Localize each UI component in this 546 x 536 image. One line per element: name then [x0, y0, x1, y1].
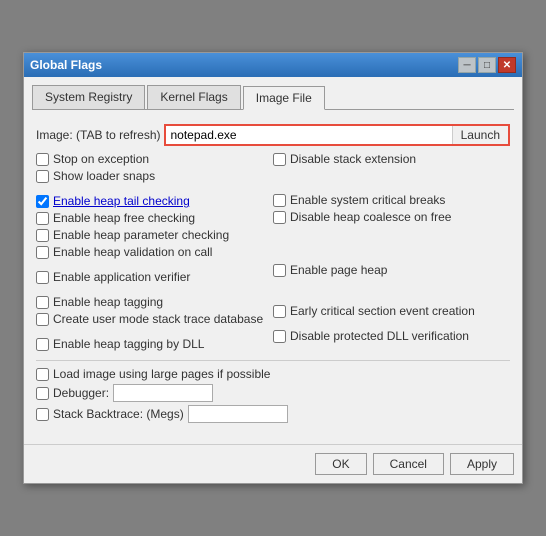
cancel-button[interactable]: Cancel — [373, 453, 444, 475]
early-critical-section-label[interactable]: Early critical section event creation — [290, 304, 475, 318]
checkbox-columns: Stop on exception Show loader snaps Enab… — [36, 152, 510, 354]
debugger-checkbox[interactable] — [36, 387, 49, 400]
show-loader-checkbox[interactable] — [36, 170, 49, 183]
enable-heap-tag-checkbox[interactable] — [36, 296, 49, 309]
bottom-bar: OK Cancel Apply — [24, 444, 522, 483]
checkbox-enable-heap-val: Enable heap validation on call — [36, 245, 273, 259]
close-button[interactable]: ✕ — [498, 57, 516, 73]
enable-sys-critical-label[interactable]: Enable system critical breaks — [290, 193, 445, 207]
stack-backtrace-input[interactable] — [188, 405, 288, 423]
early-critical-section-checkbox[interactable] — [273, 305, 286, 318]
enable-page-heap-label[interactable]: Enable page heap — [290, 263, 387, 277]
checkbox-enable-sys-critical: Enable system critical breaks — [273, 193, 510, 207]
checkbox-disable-heap-coalesce: Disable heap coalesce on free — [273, 210, 510, 224]
launch-button[interactable]: Launch — [452, 126, 508, 144]
checkbox-enable-heap-tag: Enable heap tagging — [36, 295, 273, 309]
enable-heap-tail-checkbox[interactable] — [36, 195, 49, 208]
disable-stack-ext-checkbox[interactable] — [273, 153, 286, 166]
enable-heap-val-label[interactable]: Enable heap validation on call — [53, 245, 212, 259]
enable-heap-tag-label[interactable]: Enable heap tagging — [53, 295, 163, 309]
enable-heap-param-label[interactable]: Enable heap parameter checking — [53, 228, 229, 242]
stack-backtrace-checkbox[interactable] — [36, 408, 49, 421]
debugger-input[interactable] — [113, 384, 213, 402]
enable-heap-tail-label[interactable]: Enable heap tail checking — [53, 194, 190, 208]
checkbox-stop-exception: Stop on exception — [36, 152, 273, 166]
image-input-wrap: Launch — [164, 124, 510, 146]
enable-heap-free-checkbox[interactable] — [36, 212, 49, 225]
minimize-button[interactable]: ─ — [458, 57, 476, 73]
tab-image-file[interactable]: Image File — [243, 86, 325, 110]
debugger-label[interactable]: Debugger: — [53, 386, 109, 400]
right-column: Disable stack extension Enable system cr… — [273, 152, 510, 354]
stack-backtrace-label[interactable]: Stack Backtrace: (Megs) — [53, 407, 184, 421]
load-large-pages-checkbox[interactable] — [36, 368, 49, 381]
checkbox-enable-heap-free: Enable heap free checking — [36, 211, 273, 225]
checkbox-enable-heap-tail: Enable heap tail checking — [36, 194, 273, 208]
checkbox-create-stack-trace: Create user mode stack trace database — [36, 312, 273, 326]
image-label: Image: (TAB to refresh) — [36, 128, 160, 142]
enable-app-verifier-label[interactable]: Enable application verifier — [53, 270, 190, 284]
enable-heap-tag-dll-label[interactable]: Enable heap tagging by DLL — [53, 337, 204, 351]
checkbox-enable-heap-tag-dll: Enable heap tagging by DLL — [36, 337, 273, 351]
maximize-button[interactable]: □ — [478, 57, 496, 73]
title-bar-buttons: ─ □ ✕ — [458, 57, 516, 73]
enable-sys-critical-checkbox[interactable] — [273, 194, 286, 207]
enable-heap-val-checkbox[interactable] — [36, 246, 49, 259]
section-divider — [36, 360, 510, 361]
tab-bar: System Registry Kernel Flags Image File — [32, 85, 514, 110]
left-column: Stop on exception Show loader snaps Enab… — [36, 152, 273, 354]
image-input[interactable] — [166, 126, 451, 144]
stop-exception-label[interactable]: Stop on exception — [53, 152, 149, 166]
checkbox-load-large-pages: Load image using large pages if possible — [36, 367, 510, 381]
disable-stack-ext-label[interactable]: Disable stack extension — [290, 152, 416, 166]
checkbox-disable-stack-ext: Disable stack extension — [273, 152, 510, 166]
image-file-tab-content: Image: (TAB to refresh) Launch Stop on e… — [32, 118, 514, 432]
load-large-pages-label[interactable]: Load image using large pages if possible — [53, 367, 270, 381]
disable-heap-coalesce-label[interactable]: Disable heap coalesce on free — [290, 210, 451, 224]
ok-button[interactable]: OK — [315, 453, 366, 475]
disable-protected-dll-checkbox[interactable] — [273, 330, 286, 343]
enable-app-verifier-checkbox[interactable] — [36, 271, 49, 284]
window-title: Global Flags — [30, 58, 102, 72]
show-loader-label[interactable]: Show loader snaps — [53, 169, 155, 183]
tab-system-registry[interactable]: System Registry — [32, 85, 145, 109]
enable-heap-tag-dll-checkbox[interactable] — [36, 338, 49, 351]
checkbox-early-critical-section: Early critical section event creation — [273, 304, 510, 318]
enable-page-heap-checkbox[interactable] — [273, 264, 286, 277]
checkbox-enable-app-verifier: Enable application verifier — [36, 270, 273, 284]
disable-protected-dll-label[interactable]: Disable protected DLL verification — [290, 329, 469, 343]
disable-heap-coalesce-checkbox[interactable] — [273, 211, 286, 224]
tab-kernel-flags[interactable]: Kernel Flags — [147, 85, 240, 109]
create-stack-trace-label[interactable]: Create user mode stack trace database — [53, 312, 263, 326]
checkbox-disable-protected-dll: Disable protected DLL verification — [273, 329, 510, 343]
checkbox-show-loader: Show loader snaps — [36, 169, 273, 183]
create-stack-trace-checkbox[interactable] — [36, 313, 49, 326]
checkbox-enable-heap-param: Enable heap parameter checking — [36, 228, 273, 242]
main-content: System Registry Kernel Flags Image File … — [24, 77, 522, 440]
checkbox-enable-page-heap: Enable page heap — [273, 263, 510, 277]
image-row: Image: (TAB to refresh) Launch — [36, 124, 510, 146]
global-flags-window: Global Flags ─ □ ✕ System Registry Kerne… — [23, 52, 523, 484]
debugger-row: Debugger: — [36, 384, 510, 402]
stop-exception-checkbox[interactable] — [36, 153, 49, 166]
stack-backtrace-row: Stack Backtrace: (Megs) — [36, 405, 510, 423]
apply-button[interactable]: Apply — [450, 453, 514, 475]
title-bar: Global Flags ─ □ ✕ — [24, 53, 522, 77]
enable-heap-param-checkbox[interactable] — [36, 229, 49, 242]
enable-heap-free-label[interactable]: Enable heap free checking — [53, 211, 195, 225]
